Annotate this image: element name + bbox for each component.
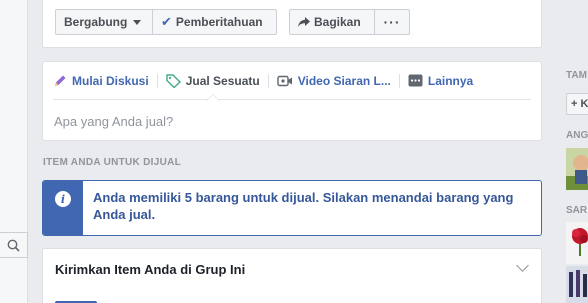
- join-label: Bergabung: [64, 15, 128, 29]
- right-column: TAM + K ANG SAR: [556, 0, 588, 303]
- info-icon: i: [55, 191, 71, 207]
- send-items-card: Kirimkan Item Anda di Grup Ini: [42, 248, 542, 303]
- sidebar-search-button[interactable]: [0, 232, 28, 258]
- section-heading: ITEM ANDA UNTUK DIJUAL: [43, 157, 182, 168]
- chevron-down-icon[interactable]: [516, 259, 529, 272]
- group-header-actions: Bergabung ✔ Pemberitahuan Bagikan ···: [42, 0, 542, 48]
- flower-image: [566, 222, 588, 264]
- photo-thumbnail: [566, 148, 588, 190]
- suggested-thumbnail[interactable]: [566, 222, 588, 264]
- notice-bar: i: [43, 181, 83, 235]
- check-icon: ✔: [161, 14, 172, 29]
- tab-sell-something-label: Jual Sesuatu: [185, 73, 260, 88]
- tab-start-discussion[interactable]: Mulai Diskusi: [53, 62, 149, 100]
- tab-more-label: Lainnya: [427, 73, 474, 88]
- composer-input[interactable]: Apa yang Anda jual?: [54, 114, 173, 129]
- tab-sell-something[interactable]: Jual Sesuatu: [165, 62, 260, 101]
- tab-divider: [398, 73, 400, 88]
- tab-more[interactable]: Lainnya: [408, 62, 473, 100]
- tab-divider: [156, 73, 158, 88]
- share-label: Bagikan: [314, 15, 361, 29]
- right-add-button[interactable]: + K: [566, 93, 588, 115]
- tag-icon: [165, 73, 181, 88]
- video-camera-icon: [277, 75, 292, 86]
- join-button[interactable]: Bergabung: [55, 9, 153, 35]
- right-section-label: TAM: [566, 70, 587, 81]
- more-options-button[interactable]: ···: [374, 9, 410, 35]
- post-composer: Mulai Diskusi Jual Sesuatu Video Siaran …: [42, 61, 542, 141]
- member-thumbnail[interactable]: [566, 148, 588, 190]
- active-tab-pointer: [205, 93, 220, 101]
- search-icon: [7, 239, 20, 252]
- share-arrow-icon: [298, 16, 310, 27]
- send-items-title: Kirimkan Item Anda di Grup Ini: [55, 262, 246, 277]
- crowd-image: [566, 266, 588, 303]
- more-icon: [408, 74, 423, 87]
- tab-divider: [267, 73, 269, 88]
- more-dots-icon: ···: [383, 14, 401, 30]
- caret-down-icon: [133, 19, 142, 25]
- suggested-thumbnail[interactable]: [566, 266, 588, 303]
- notifications-button[interactable]: ✔ Pemberitahuan: [152, 9, 277, 35]
- tab-live-video[interactable]: Video Siaran L...: [277, 62, 391, 100]
- right-section-label: SAR: [566, 205, 588, 216]
- share-button[interactable]: Bagikan: [289, 9, 375, 35]
- notifications-label: Pemberitahuan: [175, 15, 263, 29]
- composer-tabs: Mulai Diskusi Jual Sesuatu Video Siaran …: [53, 62, 531, 101]
- right-section-label: ANG: [566, 130, 588, 141]
- items-for-sale-notice: i Anda memiliki 5 barang untuk dijual. S…: [42, 180, 542, 236]
- tab-start-discussion-label: Mulai Diskusi: [72, 73, 149, 88]
- pencil-icon: [55, 75, 66, 86]
- notice-text[interactable]: Anda memiliki 5 barang untuk dijual. Sil…: [93, 189, 533, 223]
- tab-live-video-label: Video Siaran L...: [297, 73, 391, 88]
